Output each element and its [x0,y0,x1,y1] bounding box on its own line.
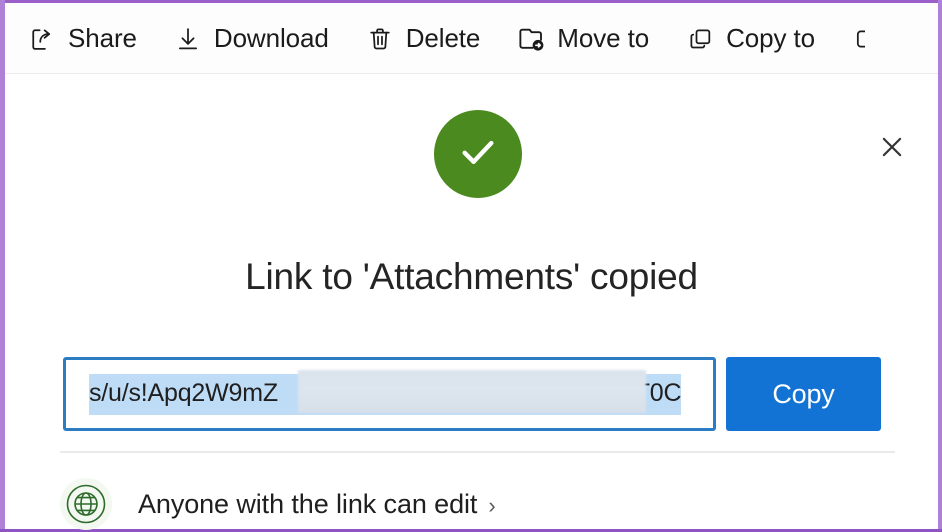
command-share-label: Share [68,23,137,53]
share-success-dialog: Link to 'Attachments' copied s/u/s!Apq2W… [5,78,938,532]
move-to-folder-icon [516,24,546,54]
dialog-title: Link to 'Attachments' copied [245,256,698,297]
command-overflow-partial[interactable] [851,24,865,54]
close-icon [877,132,907,165]
share-link-input[interactable]: s/u/s!Apq2W9mZ YPT0C [63,357,716,431]
dialog-divider [60,451,895,453]
command-move-to-label: Move to [557,23,650,53]
chevron-right-icon: › [488,492,496,518]
link-permission-setting[interactable]: Anyone with the link can edit › [60,476,496,532]
command-delete[interactable]: Delete [365,23,481,54]
share-link-text-end: YPT0C [601,378,682,407]
share-link-text-start: s/u/s!Apq2W9mZ [89,378,278,407]
share-link-text-middle-redacted [278,379,602,407]
download-icon [173,24,203,54]
checkmark-circle-icon [453,127,503,182]
command-download[interactable]: Download [173,23,329,54]
command-download-label: Download [213,23,329,53]
command-move-to[interactable]: Move to [516,23,649,54]
copy-button[interactable]: Copy [726,357,881,431]
command-bar: Share Download Delete Move to Copy to [5,3,938,74]
command-share[interactable]: Share [27,23,137,54]
command-copy-to[interactable]: Copy to [685,23,815,54]
rename-icon [851,24,865,54]
window-frame-right-edge [938,0,942,532]
copy-to-icon [685,24,715,54]
sharepoint-share-dialog-screen: Share Download Delete Move to Copy to Li… [0,0,942,532]
globe-icon [60,478,112,530]
delete-trash-icon [365,24,395,54]
link-permission-label: Anyone with the link can edit › [138,489,496,520]
command-delete-label: Delete [405,23,481,53]
link-row: s/u/s!Apq2W9mZ YPT0C Copy [63,357,881,431]
close-button[interactable] [870,126,914,170]
command-copy-to-label: Copy to [726,23,815,53]
link-permission-text: Anyone with the link can edit [138,488,478,519]
share-link-text: s/u/s!Apq2W9mZ YPT0C [89,373,682,415]
share-icon [27,24,57,54]
success-checkmark-badge [434,110,522,198]
